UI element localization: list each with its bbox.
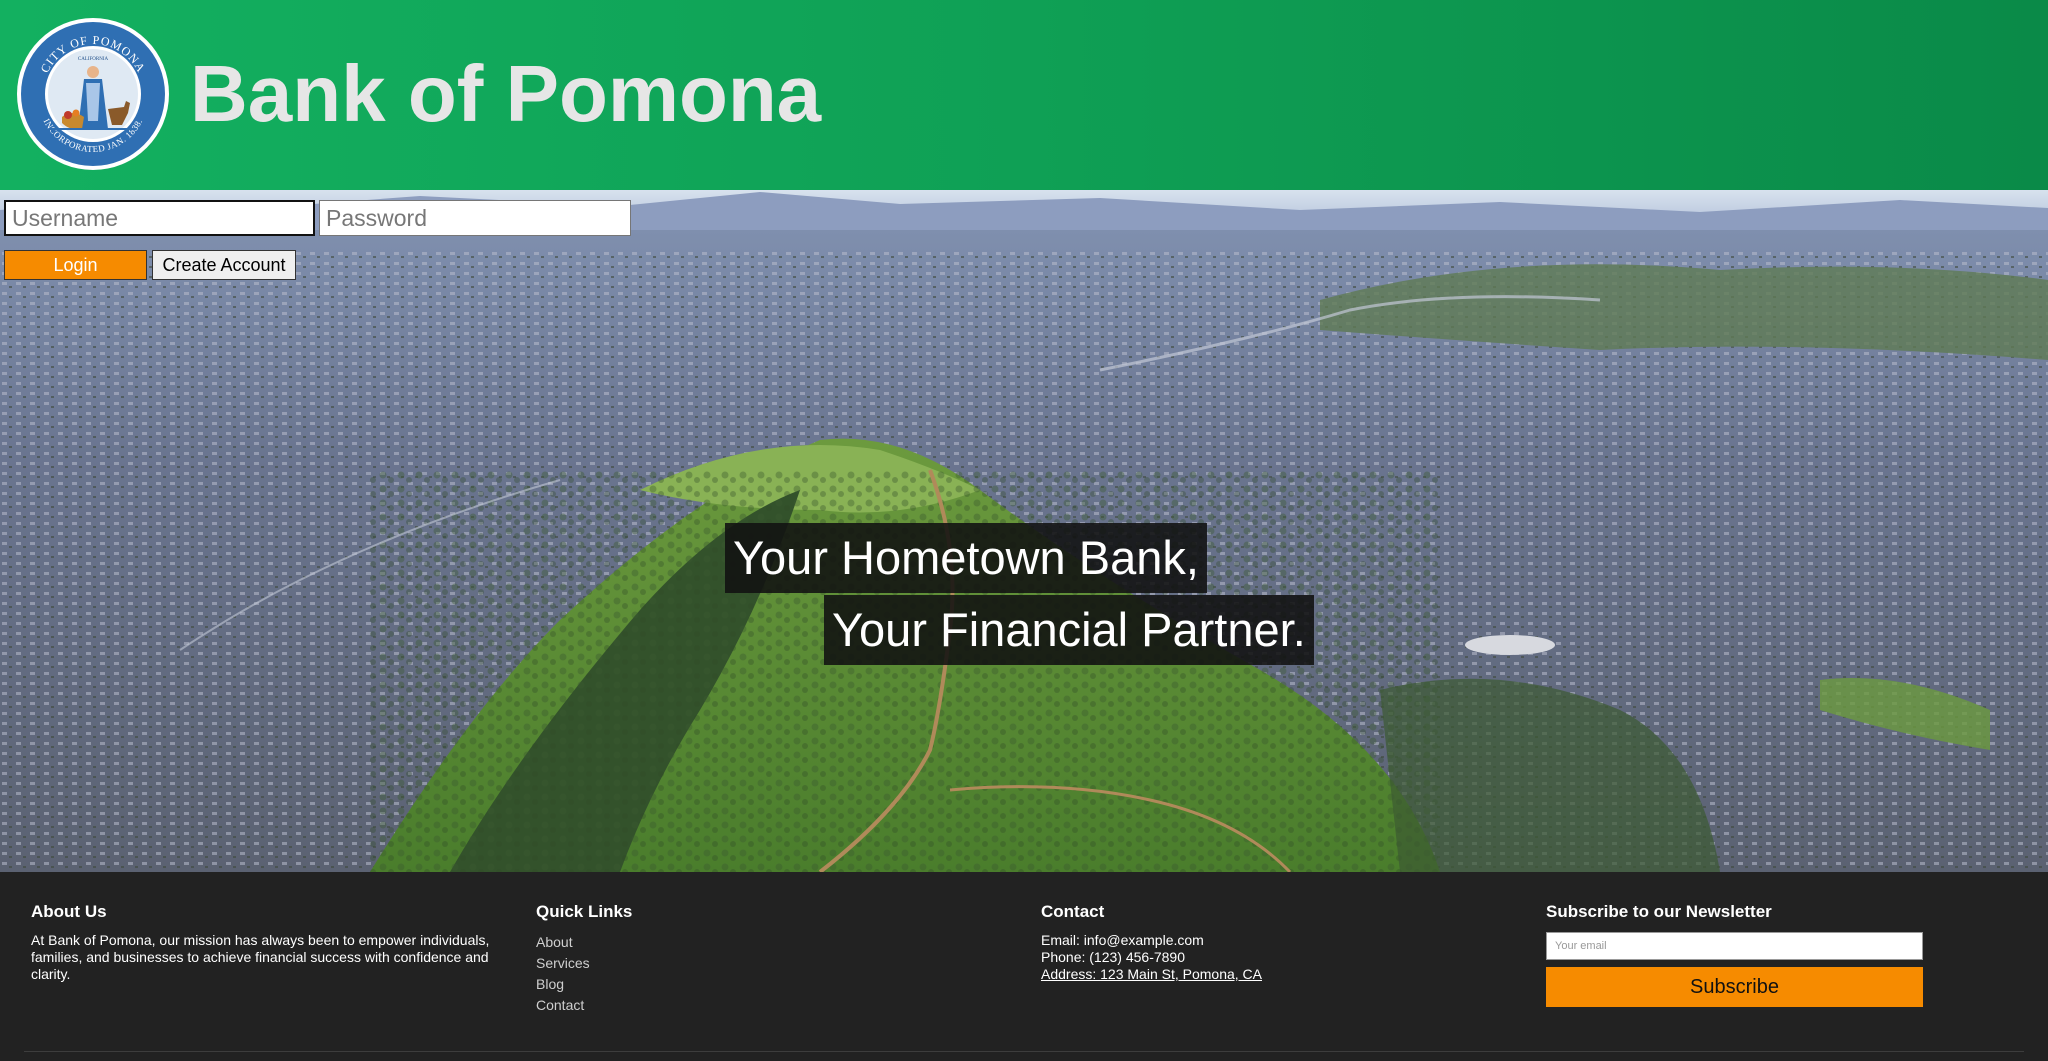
quick-links-list: About Services Blog Contact — [536, 932, 936, 1016]
svg-text:CALIFORNIA: CALIFORNIA — [78, 57, 109, 62]
create-account-button[interactable]: Create Account — [152, 250, 296, 280]
hero-tagline-line-1: Your Hometown Bank, — [725, 523, 1207, 593]
newsletter-email-input[interactable] — [1546, 932, 1923, 960]
link-blog[interactable]: Blog — [536, 976, 564, 992]
quick-links-heading: Quick Links — [536, 902, 633, 921]
username-input[interactable] — [4, 200, 315, 236]
footer-divider — [24, 1051, 2024, 1052]
about-text: At Bank of Pomona, our mission has alway… — [31, 932, 490, 982]
hero-tagline-line-2: Your Financial Partner. — [824, 595, 1314, 665]
site-header: CITY OF POMONA INCORPORATED JAN. 1888. C… — [0, 0, 2048, 190]
contact-email: Email: info@example.com — [1041, 932, 1204, 948]
site-footer: About Us At Bank of Pomona, our mission … — [0, 872, 2048, 1061]
about-heading: About Us — [31, 902, 107, 921]
footer-newsletter-section: Subscribe to our Newsletter Subscribe — [1546, 902, 1926, 1007]
link-contact[interactable]: Contact — [536, 997, 584, 1013]
contact-heading: Contact — [1041, 902, 1105, 921]
password-input[interactable] — [319, 200, 631, 236]
subscribe-button[interactable]: Subscribe — [1546, 967, 1923, 1007]
list-item: Blog — [536, 974, 936, 995]
list-item: Services — [536, 953, 936, 974]
hero-section: Login Create Account Your Hometown Bank,… — [0, 190, 2048, 872]
login-button[interactable]: Login — [4, 250, 147, 280]
footer-contact-section: Contact Email: info@example.com Phone: (… — [1041, 902, 1441, 983]
footer-quick-links-section: Quick Links About Services Blog Contact — [536, 902, 936, 1016]
list-item: About — [536, 932, 936, 953]
link-services[interactable]: Services — [536, 955, 590, 971]
list-item: Contact — [536, 995, 936, 1016]
footer-about-section: About Us At Bank of Pomona, our mission … — [31, 902, 491, 983]
city-seal-icon: CITY OF POMONA INCORPORATED JAN. 1888. C… — [17, 18, 169, 170]
site-title: Bank of Pomona — [190, 49, 822, 138]
contact-phone: Phone: (123) 456-7890 — [1041, 949, 1185, 965]
newsletter-heading: Subscribe to our Newsletter — [1546, 902, 1772, 921]
link-about[interactable]: About — [536, 934, 573, 950]
contact-address-link[interactable]: Address: 123 Main St, Pomona, CA — [1041, 966, 1441, 983]
